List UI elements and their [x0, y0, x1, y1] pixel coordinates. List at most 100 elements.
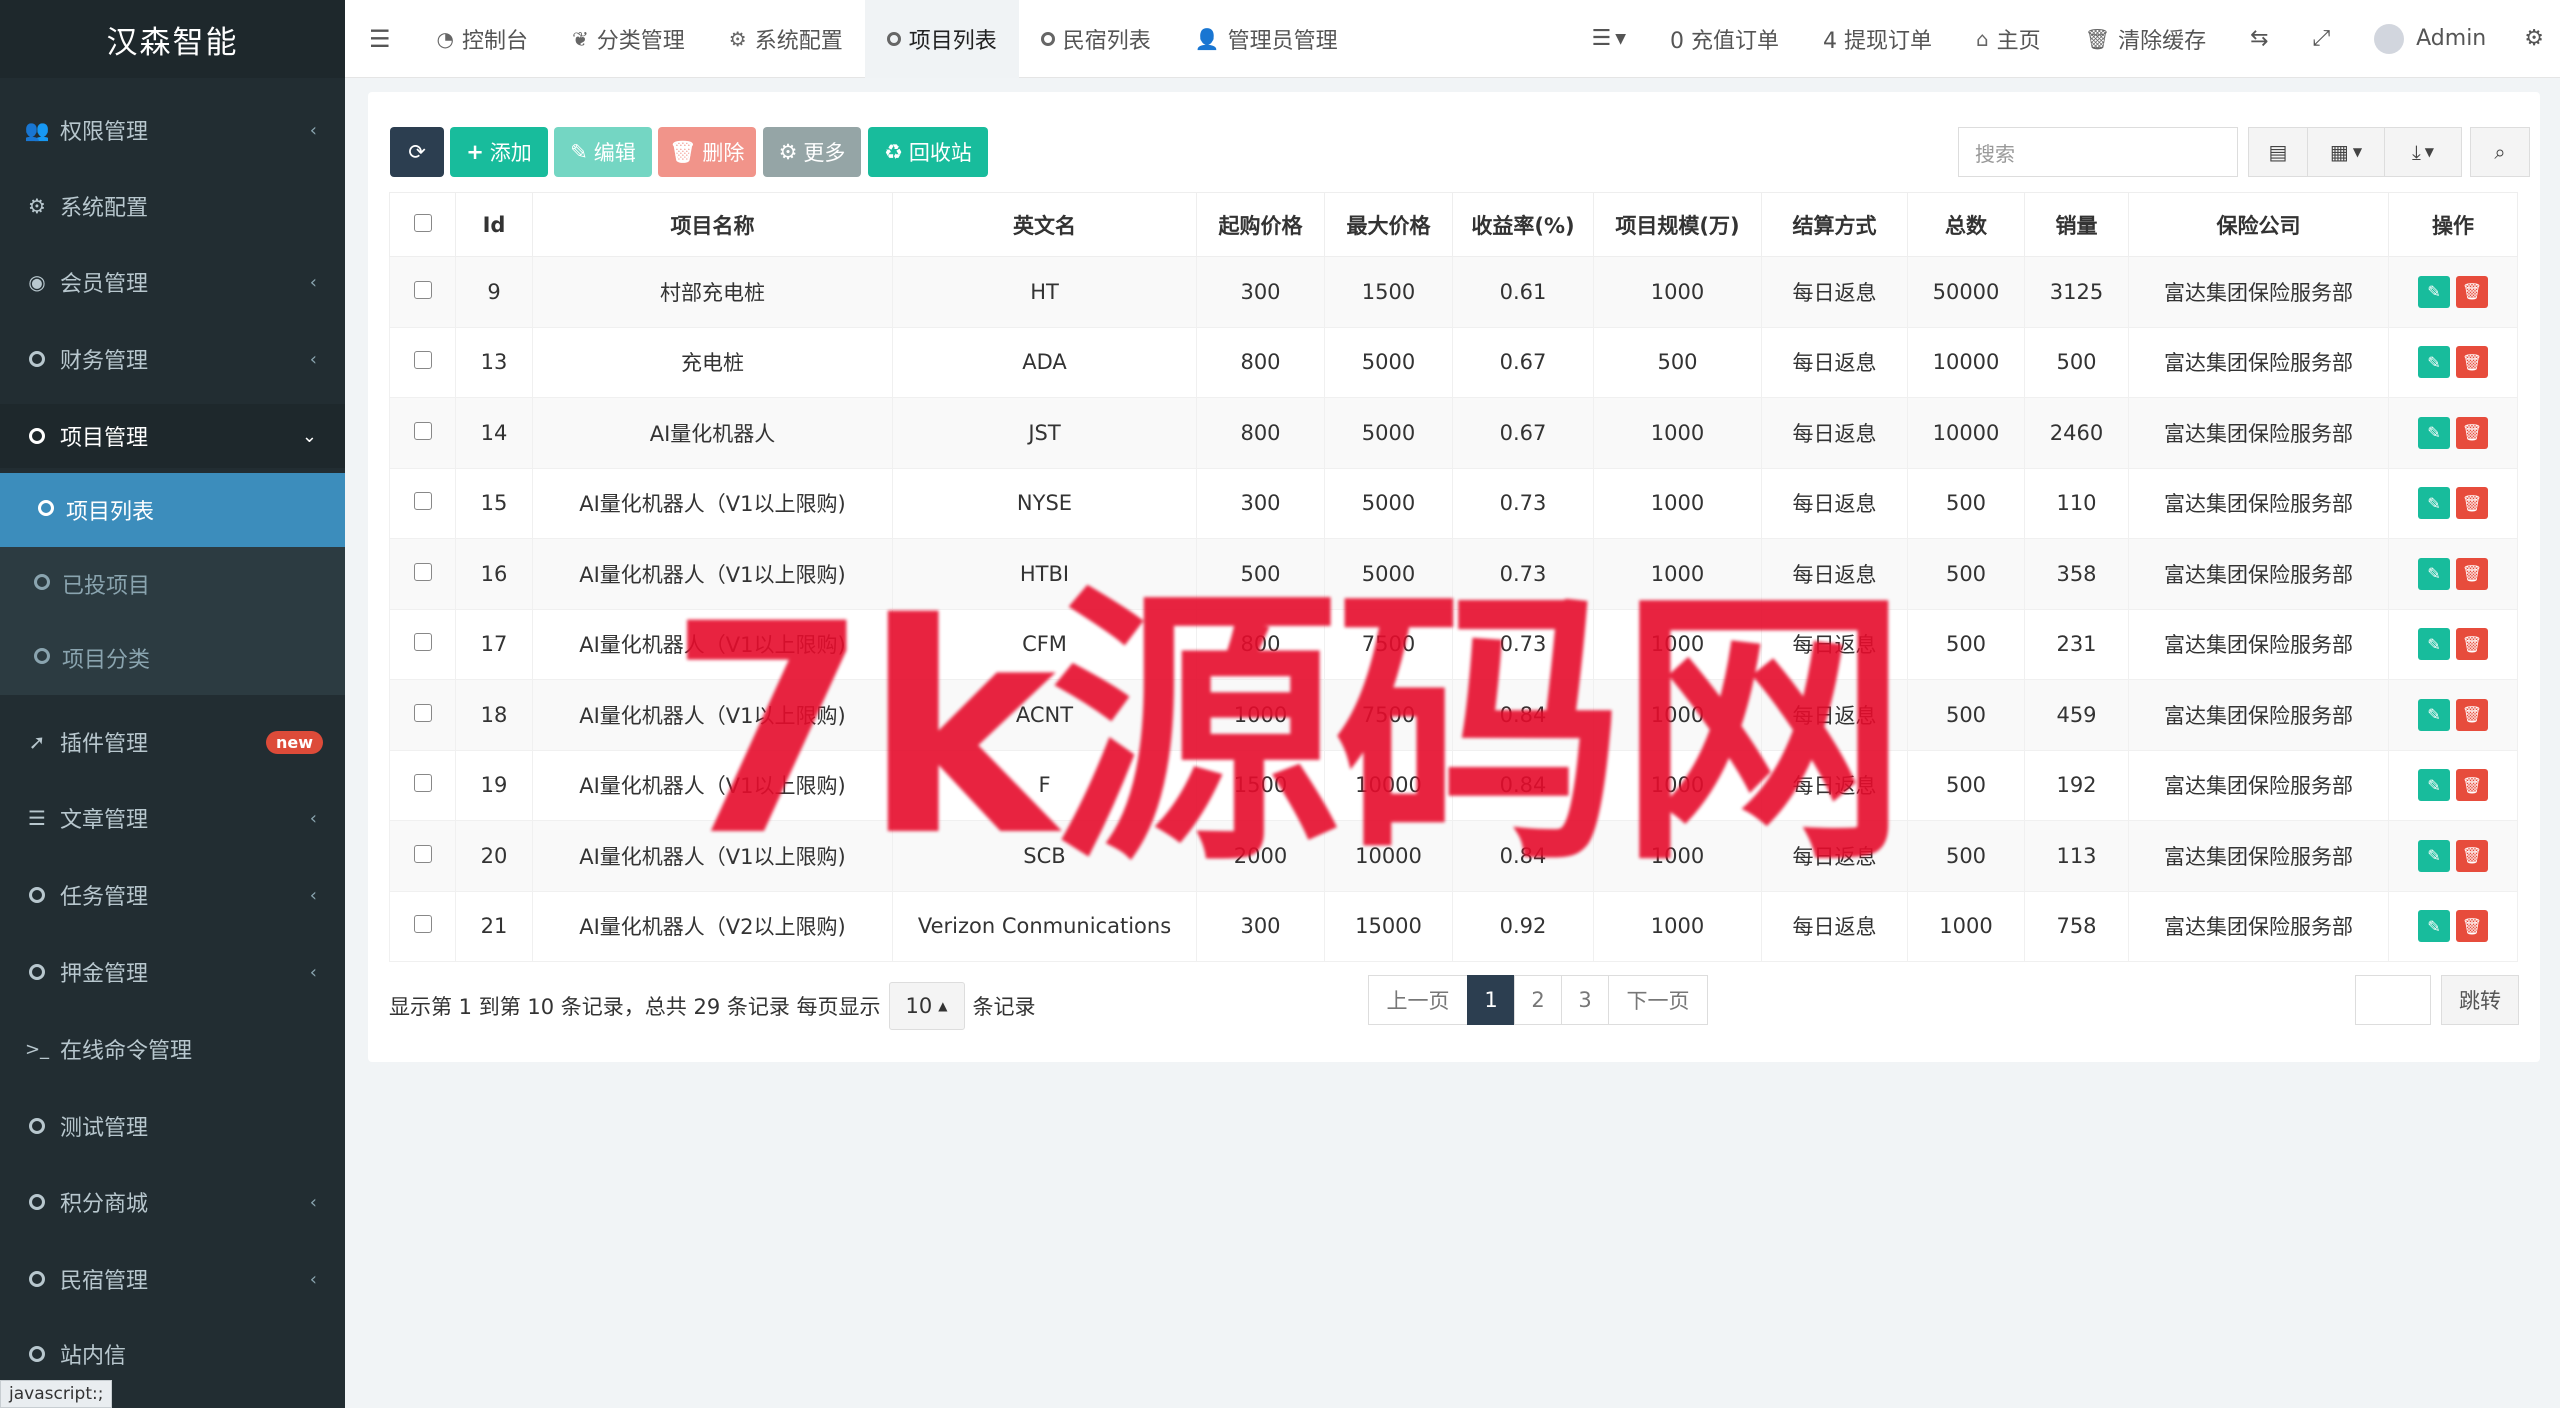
sidebar-item-articles[interactable]: ☰ 文章管理 ‹ [0, 786, 345, 850]
column-header[interactable]: 英文名 [892, 192, 1197, 257]
brand-logo[interactable]: 汉森智能 [0, 0, 345, 78]
tab-category[interactable]: ❦ 分类管理 [550, 0, 707, 78]
row-edit-button[interactable]: ✎ [2418, 346, 2450, 379]
cell-settle[interactable]: 每日返息 [1761, 749, 1908, 821]
refresh-button[interactable]: ⟳ [390, 127, 444, 177]
row-checkbox[interactable] [413, 774, 432, 793]
row-delete-button[interactable]: 🗑 [2456, 275, 2488, 308]
table-row[interactable]: 19 AI量化机器人（V1以上限购) F 1500 10000 0.84 1000 每日返息 5… [389, 749, 2518, 821]
row-edit-button[interactable]: ✎ [2418, 628, 2450, 661]
recycle-bin-button[interactable]: ♻ 回收站 [868, 127, 988, 177]
page-button-2[interactable]: 2 [1514, 975, 1562, 1025]
column-header[interactable]: Id [455, 192, 533, 257]
cell-settle[interactable]: 每日返息 [1761, 256, 1908, 328]
page-button-1[interactable]: 1 [1467, 975, 1515, 1025]
page-size-dropdown[interactable]: 10 ▲ [888, 982, 965, 1030]
row-delete-button[interactable]: 🗑 [2456, 416, 2488, 449]
search-button[interactable]: ⌕ [2470, 127, 2530, 177]
sidebar-item-permissions[interactable]: 👥 权限管理 ‹ [0, 98, 345, 162]
row-checkbox[interactable] [413, 562, 432, 581]
cell-settle[interactable]: 每日返息 [1761, 820, 1908, 892]
cell-settle[interactable]: 每日返息 [1761, 608, 1908, 680]
row-delete-button[interactable]: 🗑 [2456, 487, 2488, 520]
home-link[interactable]: ⌂ 主页 [1954, 0, 2063, 78]
row-checkbox[interactable] [413, 492, 432, 511]
column-header[interactable]: 最大价格 [1324, 192, 1453, 257]
row-checkbox[interactable] [413, 421, 432, 440]
settings-button[interactable]: ⚙ [2508, 0, 2560, 78]
row-delete-button[interactable]: 🗑 [2456, 698, 2488, 731]
row-delete-button[interactable]: 🗑 [2456, 557, 2488, 590]
recharge-orders-link[interactable]: 0 充值订单 [1648, 0, 1801, 78]
more-button[interactable]: ⚙ 更多 [763, 127, 861, 177]
row-checkbox[interactable] [413, 844, 432, 863]
cell-settle[interactable]: 每日返息 [1761, 326, 1908, 398]
withdraw-orders-link[interactable]: 4 提现订单 [1801, 0, 1954, 78]
row-edit-button[interactable]: ✎ [2418, 839, 2450, 872]
row-edit-button[interactable]: ✎ [2418, 557, 2450, 590]
add-button[interactable]: + 添加 [450, 127, 548, 177]
table-row[interactable]: 15 AI量化机器人（V1以上限购) NYSE 300 5000 0.73 1000 每日返息… [389, 467, 2518, 539]
delete-button[interactable]: 🗑 删除 [658, 127, 756, 177]
next-page-button[interactable]: 下一页 [1608, 975, 1708, 1025]
table-row[interactable]: 14 AI量化机器人 JST 800 5000 0.67 1000 每日返息 10000 2460… [389, 397, 2518, 469]
sidebar-item-finance[interactable]: 财务管理 ‹ [0, 327, 345, 391]
search-input[interactable]: 搜索 [1958, 127, 2238, 177]
tab-admin-management[interactable]: 👤 管理员管理 [1173, 0, 1360, 78]
row-edit-button[interactable]: ✎ [2418, 416, 2450, 449]
row-edit-button[interactable]: ✎ [2418, 769, 2450, 802]
clear-cache-button[interactable]: 🗑 清除缓存 [2063, 0, 2228, 78]
row-edit-button[interactable]: ✎ [2418, 910, 2450, 943]
sidebar-item-members[interactable]: ◉ 会员管理 ‹ [0, 250, 345, 314]
column-header[interactable]: 项目规模(万) [1593, 192, 1762, 257]
toggle-view-button[interactable]: ▤ [2248, 127, 2308, 177]
sidebar-item-plugins[interactable]: ➚ 插件管理 new [0, 710, 345, 774]
sidebar-item-projects[interactable]: 项目管理 ⌄ [0, 404, 345, 468]
sidebar-item-tasks[interactable]: 任务管理 ‹ [0, 863, 345, 927]
column-header[interactable]: 项目名称 [532, 192, 893, 257]
page-button-3[interactable]: 3 [1561, 975, 1609, 1025]
columns-button[interactable]: ▦ ▼ [2307, 127, 2385, 177]
edit-button[interactable]: ✎ 编辑 [554, 127, 652, 177]
row-delete-button[interactable]: 🗑 [2456, 628, 2488, 661]
sidebar-item-deposit[interactable]: 押金管理 ‹ [0, 940, 345, 1004]
row-delete-button[interactable]: 🗑 [2456, 910, 2488, 943]
table-row[interactable]: 20 AI量化机器人（V1以上限购) SCB 2000 10000 0.84 1000 每日返… [389, 820, 2518, 892]
prev-page-button[interactable]: 上一页 [1368, 975, 1468, 1025]
sidebar-item-messages[interactable]: 站内信 [0, 1322, 345, 1386]
column-header[interactable]: 收益率(%) [1452, 192, 1594, 257]
column-header[interactable]: 销量 [2024, 192, 2129, 257]
table-row[interactable]: 9 村部充电桩 HT 300 1500 0.61 1000 每日返息 50000 3125 富达集团… [389, 256, 2518, 328]
row-checkbox[interactable] [413, 703, 432, 722]
cell-settle[interactable]: 每日返息 [1761, 538, 1908, 610]
row-checkbox[interactable] [413, 351, 432, 370]
sidebar-subitem-invested[interactable]: 已投项目 [0, 547, 345, 621]
cell-settle[interactable]: 每日返息 [1761, 467, 1908, 539]
jump-page-input[interactable] [2355, 975, 2431, 1025]
row-delete-button[interactable]: 🗑 [2456, 839, 2488, 872]
sidebar-item-system-config[interactable]: ⚙ 系统配置 [0, 174, 345, 238]
language-button[interactable]: ⇆ [2228, 0, 2290, 78]
row-checkbox[interactable] [413, 915, 432, 934]
table-row[interactable]: 16 AI量化机器人（V1以上限购) HTBI 500 5000 0.73 1000 每日返息… [389, 538, 2518, 610]
fullscreen-button[interactable]: ⤢ [2291, 0, 2353, 78]
tab-project-list[interactable]: 项目列表 [864, 0, 1019, 78]
export-button[interactable]: ⤓ ▼ [2384, 127, 2462, 177]
column-header[interactable]: 结算方式 [1761, 192, 1908, 257]
user-menu[interactable]: Admin [2352, 0, 2508, 78]
select-all-checkbox[interactable] [413, 213, 432, 232]
column-header[interactable]: 保险公司 [2128, 192, 2389, 257]
jump-button[interactable]: 跳转 [2441, 975, 2519, 1025]
table-row[interactable]: 21 AI量化机器人（V2以上限购) Verizon Conmunications 3… [389, 890, 2518, 962]
row-edit-button[interactable]: ✎ [2418, 275, 2450, 308]
sidebar-toggle-button[interactable]: ☰ [345, 0, 415, 78]
row-delete-button[interactable]: 🗑 [2456, 769, 2488, 802]
row-checkbox[interactable] [413, 280, 432, 299]
column-header[interactable]: 总数 [1907, 192, 2025, 257]
tab-dashboard[interactable]: ◔ 控制台 [415, 0, 550, 78]
table-row[interactable]: 18 AI量化机器人（V1以上限购) ACNT 1000 7500 0.84 1000 每日返… [389, 679, 2518, 751]
cell-settle[interactable]: 每日返息 [1761, 679, 1908, 751]
table-row[interactable]: 17 AI量化机器人（V1以上限购) CFM 800 7500 0.73 1000 每日返息 5… [389, 608, 2518, 680]
cell-settle[interactable]: 每日返息 [1761, 890, 1908, 962]
tab-system-config[interactable]: ⚙ 系统配置 [707, 0, 865, 78]
